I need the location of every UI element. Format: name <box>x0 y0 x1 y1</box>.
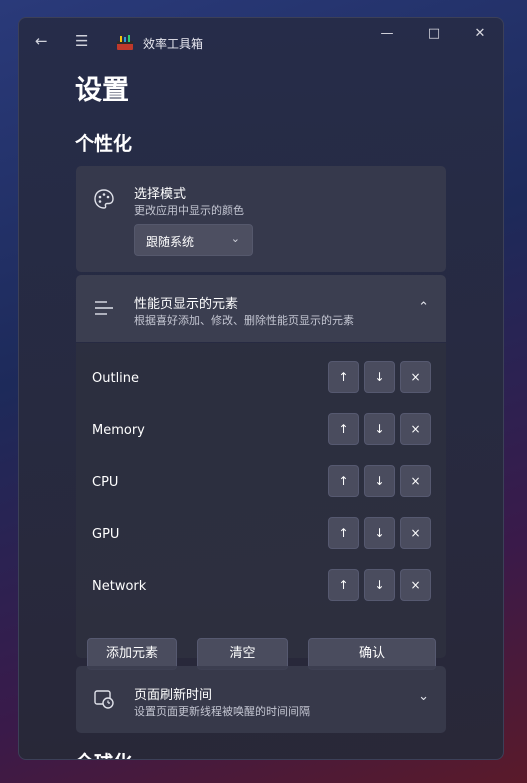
move-down-button[interactable]: ↓ <box>364 413 395 445</box>
mode-dropdown-value: 跟随系统 <box>146 235 195 249</box>
move-up-button[interactable]: ↑ <box>328 517 359 549</box>
element-row: CPU ↑ ↓ × <box>76 465 446 499</box>
toolbox-icon <box>117 35 133 50</box>
perf-elements-header[interactable]: 性能页显示的元素 根据喜好添加、修改、删除性能页显示的元素 ⌃ <box>76 275 446 342</box>
move-up-button[interactable]: ↑ <box>328 413 359 445</box>
page-title: 设置 <box>75 75 129 106</box>
move-down-button[interactable]: ↓ <box>364 569 395 601</box>
element-row: GPU ↑ ↓ × <box>76 517 446 551</box>
chevron-down-icon[interactable]: ⌄ <box>418 689 429 704</box>
close-icon[interactable]: ✕ <box>470 26 490 41</box>
element-row: Network ↑ ↓ × <box>76 569 446 603</box>
element-label: Outline <box>92 371 140 386</box>
element-row: Outline ↑ ↓ × <box>76 361 446 395</box>
element-label: Network <box>92 579 147 594</box>
element-label: CPU <box>92 475 119 490</box>
move-up-button[interactable]: ↑ <box>328 465 359 497</box>
maximize-icon[interactable]: □ <box>424 26 444 41</box>
back-icon[interactable]: ← <box>35 32 48 50</box>
perf-elements-body: Outline ↑ ↓ × Memory ↑ ↓ × CPU ↑ ↓ × GPU… <box>76 343 446 670</box>
move-down-button[interactable]: ↓ <box>364 465 395 497</box>
section-personalization: 个性化 <box>75 133 133 155</box>
app-title: 效率工具箱 <box>143 37 204 51</box>
delete-button[interactable]: × <box>400 413 431 445</box>
section-globalization: 全球化 <box>75 748 132 759</box>
element-label: Memory <box>92 423 145 438</box>
mode-card: 选择模式 更改应用中显示的颜色 跟随系统 ⌄ <box>76 166 446 272</box>
refresh-time-card[interactable]: 页面刷新时间 设置页面更新线程被唤醒的时间间隔 ⌄ <box>76 666 446 733</box>
mode-dropdown[interactable]: 跟随系统 ⌄ <box>134 224 253 256</box>
chevron-up-icon[interactable]: ⌃ <box>418 300 429 315</box>
move-up-button[interactable]: ↑ <box>328 569 359 601</box>
mode-desc: 更改应用中显示的颜色 <box>134 204 244 217</box>
element-label: GPU <box>92 527 120 542</box>
delete-button[interactable]: × <box>400 361 431 393</box>
hamburger-menu-icon[interactable]: ☰ <box>75 32 88 50</box>
element-row: Memory ↑ ↓ × <box>76 413 446 447</box>
app-window: ← ☰ 效率工具箱 — □ ✕ 设置 个性化 选择模式 更改应用中显示的颜色 跟… <box>18 17 504 760</box>
move-down-button[interactable]: ↓ <box>364 517 395 549</box>
title-bar: ← ☰ 效率工具箱 — □ ✕ <box>19 18 503 64</box>
delete-button[interactable]: × <box>400 517 431 549</box>
move-down-button[interactable]: ↓ <box>364 361 395 393</box>
window-clock-icon <box>94 690 114 709</box>
palette-icon <box>94 189 114 209</box>
delete-button[interactable]: × <box>400 569 431 601</box>
move-up-button[interactable]: ↑ <box>328 361 359 393</box>
list-icon <box>95 301 113 315</box>
refresh-desc: 设置页面更新线程被唤醒的时间间隔 <box>134 705 310 718</box>
perf-desc: 根据喜好添加、修改、删除性能页显示的元素 <box>134 314 354 327</box>
mode-title: 选择模式 <box>134 187 187 202</box>
chevron-down-icon: ⌄ <box>230 232 240 245</box>
minimize-icon[interactable]: — <box>377 26 397 41</box>
refresh-title: 页面刷新时间 <box>134 688 213 703</box>
perf-title: 性能页显示的元素 <box>134 297 239 312</box>
delete-button[interactable]: × <box>400 465 431 497</box>
